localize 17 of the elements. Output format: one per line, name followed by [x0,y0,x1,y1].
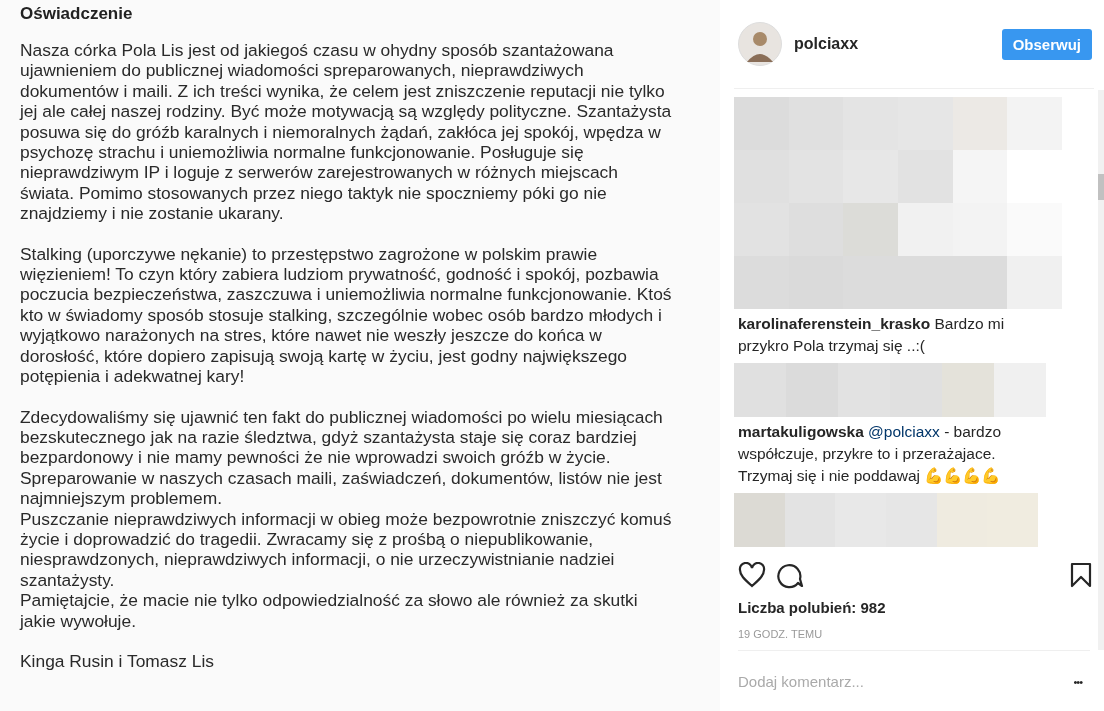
heart-icon[interactable] [738,562,766,588]
statement-title: Oświadczenie [20,4,134,24]
mention-link[interactable]: @polciaxx [868,423,940,440]
comment: martakuligowska @polciaxx - bardzo współczuje, przykre to i przerażajace. Trzymaj się i nie poddawaj 💪💪💪💪 [738,422,1002,486]
more-options[interactable]: ••• [1073,675,1082,688]
statement-paragraph: Nasza córka Pola Lis jest od jakiegoś czasu w ohydny sposób szantażowana ujawnieniem do publicznej wiadomości spreparowanych, nieprawdziwych dokumentów i maili. Z ich treści wynika, że celem jest zniszczenie reputacji nie tylko jej ale całej naszej rodziny. Być może motywacją są względy polityczne. Szantażysta posuwa się do gróźb karalnych i niemoralnych żądań, zakłóca jej spokój, wpędza w psychozę strachu i uniemożliwia normalne funkcjonowanie. Posługuje się nieprawdziwym IP i loguje z serwerów zarejestrowanych w różnych miejscach świata. Pomimo stosowanych przez niego taktyk nie spoczniemy póki go nie znajdziemy i nie zostanie ukarany. [20,40,673,224]
statement-paragraph: Stalking (uporczywe nękanie) to przestępstwo zagrożone w polskim prawie więzieniem! To czyn który zabiera ludziom prywatność, godność i spokój, pozbawia poczucia bezpieczeństwa, zaszczuwa i uniemożliwia normalne funkcjonowanie. Ktoś kto w świadomy sposób stosuje stalking, szczególnie wobec osób bardzo młodych i wyjątkowo narażonych na stres, które nawet nie weszły jeszcze do końca w dorosłość, które dopiero zapisują swoją kartę w życiu, jest godny największego potępienia i adekwatnej kary! [20,243,673,387]
bookmark-icon[interactable] [1070,562,1092,588]
comment-icon[interactable] [776,561,804,589]
statement-paragraph: Kinga Rusin i Tomasz Lis [20,650,215,672]
scrollbar[interactable] [1098,90,1104,650]
likes-count[interactable]: Liczba polubień: 982 [738,599,886,616]
post-time: 19 GODZ. TEMU [738,628,1090,651]
username[interactable]: polciaxx [794,35,1002,53]
comment: karolinaferenstein_krasko Bardzo mi przykro Pola trzymaj się ..:( [738,314,1006,356]
avatar[interactable] [738,22,782,66]
statement-paragraph: Zdecydowaliśmy się ujawnić ten fakt do publicznej wiadomości po wielu miesiącach bezskutecznego jak na razie śledztwa, gdyż szantażysta staje się coraz bardziej bezpardonowy i nie mamy pewności że nie wprowadzi swoich gróźb w życie. Spreparowanie w naszych czasach maili, zaświadczeń, dokumentów, listów nie jest najmniejszym problemem. Puszczanie nieprawdziwych informacji w obieg może bezpowrotnie zniszczyć komuś życie i doprowadzić do tragedii. Zwracamy się z prośbą o niepublikowanie, niesprawdzonych, nieprawdziwych informacji, o nie urzeczywistnianie nadziei szantażysty. Pamiętajcie, że macie nie tylko odpowiedzialność za słowo ale również za skutki jakie wywołuje. [20,406,673,631]
